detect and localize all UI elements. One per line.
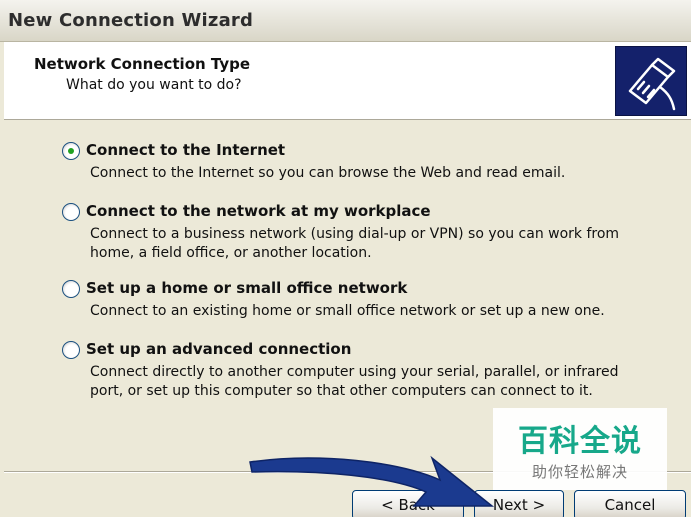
option-label[interactable]: Set up an advanced connection — [86, 340, 351, 358]
wizard-header: Network Connection Type What do you want… — [4, 42, 691, 120]
radio-button[interactable] — [62, 341, 80, 359]
option-label[interactable]: Connect to the Internet — [86, 141, 285, 159]
radio-selected-dot — [68, 148, 74, 154]
option-label[interactable]: Set up a home or small office network — [86, 279, 407, 297]
watermark-logo: 百科全说 助你轻松解决 — [493, 408, 667, 490]
radio-button[interactable] — [62, 280, 80, 298]
window-title: New Connection Wizard — [8, 10, 254, 31]
cancel-button[interactable]: Cancel — [574, 490, 686, 517]
watermark-subtitle: 助你轻松解决 — [531, 463, 628, 481]
option-description: Connect to an existing home or small off… — [90, 303, 605, 319]
option-description: Connect directly to another computer usi… — [90, 364, 619, 399]
network-cable-icon — [615, 46, 687, 116]
option-description: Connect to the Internet so you can brows… — [90, 165, 566, 181]
title-bar: New Connection Wizard — [0, 0, 691, 42]
watermark-title: 百科全说 — [518, 424, 642, 459]
header-subtitle: What do you want to do? — [66, 77, 242, 93]
header-title: Network Connection Type — [34, 55, 251, 73]
back-button[interactable]: < Back — [352, 490, 464, 517]
next-button[interactable]: Next > — [474, 490, 564, 517]
radio-button[interactable] — [62, 142, 80, 160]
radio-button[interactable] — [62, 203, 80, 221]
option-label[interactable]: Connect to the network at my workplace — [86, 202, 431, 220]
option-description: Connect to a business network (using dia… — [90, 226, 620, 261]
